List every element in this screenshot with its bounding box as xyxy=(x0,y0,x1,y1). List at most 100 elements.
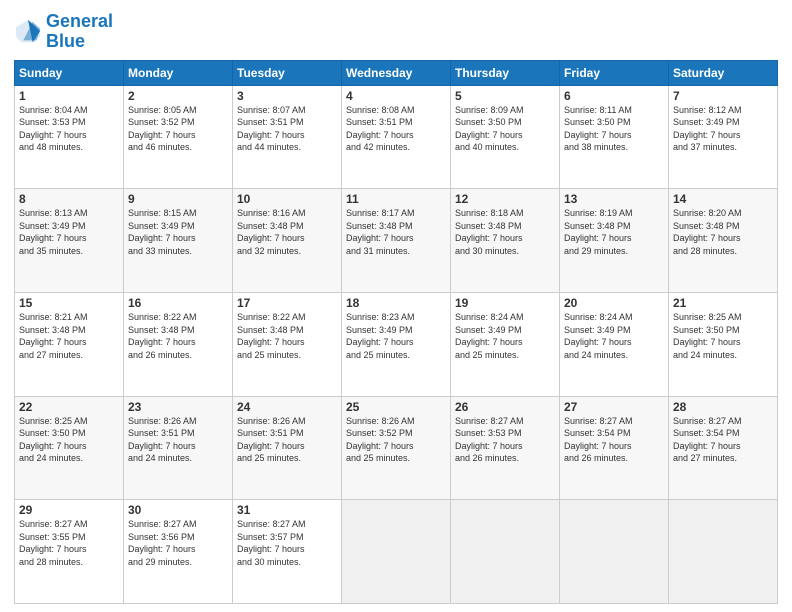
calendar-cell xyxy=(560,500,669,604)
day-number: 22 xyxy=(19,400,119,414)
day-number: 4 xyxy=(346,89,446,103)
day-number: 16 xyxy=(128,296,228,310)
calendar-cell: 30 Sunrise: 8:27 AMSunset: 3:56 PMDaylig… xyxy=(124,500,233,604)
day-info: Sunrise: 8:27 AMSunset: 3:54 PMDaylight:… xyxy=(564,415,664,465)
calendar-cell: 18 Sunrise: 8:23 AMSunset: 3:49 PMDaylig… xyxy=(342,292,451,396)
logo-text: General Blue xyxy=(46,12,113,52)
day-number: 29 xyxy=(19,503,119,517)
calendar-cell: 20 Sunrise: 8:24 AMSunset: 3:49 PMDaylig… xyxy=(560,292,669,396)
day-info: Sunrise: 8:21 AMSunset: 3:48 PMDaylight:… xyxy=(19,311,119,361)
calendar-cell xyxy=(342,500,451,604)
calendar-cell: 21 Sunrise: 8:25 AMSunset: 3:50 PMDaylig… xyxy=(669,292,778,396)
day-number: 3 xyxy=(237,89,337,103)
day-number: 24 xyxy=(237,400,337,414)
day-number: 6 xyxy=(564,89,664,103)
weekday-header-saturday: Saturday xyxy=(669,60,778,85)
weekday-header-row: SundayMondayTuesdayWednesdayThursdayFrid… xyxy=(15,60,778,85)
day-info: Sunrise: 8:17 AMSunset: 3:48 PMDaylight:… xyxy=(346,207,446,257)
day-info: Sunrise: 8:27 AMSunset: 3:56 PMDaylight:… xyxy=(128,518,228,568)
calendar-cell: 9 Sunrise: 8:15 AMSunset: 3:49 PMDayligh… xyxy=(124,189,233,293)
day-number: 11 xyxy=(346,192,446,206)
calendar-cell: 24 Sunrise: 8:26 AMSunset: 3:51 PMDaylig… xyxy=(233,396,342,500)
calendar-cell xyxy=(669,500,778,604)
calendar-week-2: 8 Sunrise: 8:13 AMSunset: 3:49 PMDayligh… xyxy=(15,189,778,293)
day-number: 7 xyxy=(673,89,773,103)
day-info: Sunrise: 8:16 AMSunset: 3:48 PMDaylight:… xyxy=(237,207,337,257)
calendar-cell: 26 Sunrise: 8:27 AMSunset: 3:53 PMDaylig… xyxy=(451,396,560,500)
calendar-cell: 13 Sunrise: 8:19 AMSunset: 3:48 PMDaylig… xyxy=(560,189,669,293)
calendar-cell: 14 Sunrise: 8:20 AMSunset: 3:48 PMDaylig… xyxy=(669,189,778,293)
calendar-cell: 7 Sunrise: 8:12 AMSunset: 3:49 PMDayligh… xyxy=(669,85,778,189)
calendar-cell: 3 Sunrise: 8:07 AMSunset: 3:51 PMDayligh… xyxy=(233,85,342,189)
day-info: Sunrise: 8:12 AMSunset: 3:49 PMDaylight:… xyxy=(673,104,773,154)
weekday-header-friday: Friday xyxy=(560,60,669,85)
weekday-header-wednesday: Wednesday xyxy=(342,60,451,85)
day-number: 5 xyxy=(455,89,555,103)
day-number: 2 xyxy=(128,89,228,103)
weekday-header-monday: Monday xyxy=(124,60,233,85)
day-info: Sunrise: 8:24 AMSunset: 3:49 PMDaylight:… xyxy=(455,311,555,361)
day-number: 19 xyxy=(455,296,555,310)
day-number: 12 xyxy=(455,192,555,206)
day-number: 21 xyxy=(673,296,773,310)
calendar-cell: 31 Sunrise: 8:27 AMSunset: 3:57 PMDaylig… xyxy=(233,500,342,604)
calendar-cell: 22 Sunrise: 8:25 AMSunset: 3:50 PMDaylig… xyxy=(15,396,124,500)
day-number: 15 xyxy=(19,296,119,310)
day-info: Sunrise: 8:13 AMSunset: 3:49 PMDaylight:… xyxy=(19,207,119,257)
day-info: Sunrise: 8:04 AMSunset: 3:53 PMDaylight:… xyxy=(19,104,119,154)
day-info: Sunrise: 8:09 AMSunset: 3:50 PMDaylight:… xyxy=(455,104,555,154)
calendar-cell xyxy=(451,500,560,604)
calendar-cell: 1 Sunrise: 8:04 AMSunset: 3:53 PMDayligh… xyxy=(15,85,124,189)
calendar-cell: 10 Sunrise: 8:16 AMSunset: 3:48 PMDaylig… xyxy=(233,189,342,293)
weekday-header-thursday: Thursday xyxy=(451,60,560,85)
calendar-cell: 23 Sunrise: 8:26 AMSunset: 3:51 PMDaylig… xyxy=(124,396,233,500)
calendar-cell: 28 Sunrise: 8:27 AMSunset: 3:54 PMDaylig… xyxy=(669,396,778,500)
day-info: Sunrise: 8:20 AMSunset: 3:48 PMDaylight:… xyxy=(673,207,773,257)
day-number: 9 xyxy=(128,192,228,206)
calendar-cell: 19 Sunrise: 8:24 AMSunset: 3:49 PMDaylig… xyxy=(451,292,560,396)
calendar-table: SundayMondayTuesdayWednesdayThursdayFrid… xyxy=(14,60,778,604)
day-info: Sunrise: 8:07 AMSunset: 3:51 PMDaylight:… xyxy=(237,104,337,154)
day-info: Sunrise: 8:15 AMSunset: 3:49 PMDaylight:… xyxy=(128,207,228,257)
calendar-cell: 6 Sunrise: 8:11 AMSunset: 3:50 PMDayligh… xyxy=(560,85,669,189)
day-info: Sunrise: 8:26 AMSunset: 3:52 PMDaylight:… xyxy=(346,415,446,465)
logo: General Blue xyxy=(14,12,113,52)
day-info: Sunrise: 8:19 AMSunset: 3:48 PMDaylight:… xyxy=(564,207,664,257)
day-number: 1 xyxy=(19,89,119,103)
calendar-cell: 15 Sunrise: 8:21 AMSunset: 3:48 PMDaylig… xyxy=(15,292,124,396)
calendar-week-4: 22 Sunrise: 8:25 AMSunset: 3:50 PMDaylig… xyxy=(15,396,778,500)
day-info: Sunrise: 8:24 AMSunset: 3:49 PMDaylight:… xyxy=(564,311,664,361)
day-number: 17 xyxy=(237,296,337,310)
day-info: Sunrise: 8:26 AMSunset: 3:51 PMDaylight:… xyxy=(128,415,228,465)
day-info: Sunrise: 8:22 AMSunset: 3:48 PMDaylight:… xyxy=(237,311,337,361)
day-number: 13 xyxy=(564,192,664,206)
day-number: 27 xyxy=(564,400,664,414)
calendar-week-5: 29 Sunrise: 8:27 AMSunset: 3:55 PMDaylig… xyxy=(15,500,778,604)
calendar-week-3: 15 Sunrise: 8:21 AMSunset: 3:48 PMDaylig… xyxy=(15,292,778,396)
page-container: General Blue SundayMondayTuesdayWednesda… xyxy=(0,0,792,612)
calendar-body: 1 Sunrise: 8:04 AMSunset: 3:53 PMDayligh… xyxy=(15,85,778,603)
day-info: Sunrise: 8:27 AMSunset: 3:55 PMDaylight:… xyxy=(19,518,119,568)
calendar-cell: 29 Sunrise: 8:27 AMSunset: 3:55 PMDaylig… xyxy=(15,500,124,604)
day-number: 23 xyxy=(128,400,228,414)
calendar-cell: 8 Sunrise: 8:13 AMSunset: 3:49 PMDayligh… xyxy=(15,189,124,293)
day-number: 28 xyxy=(673,400,773,414)
calendar-cell: 2 Sunrise: 8:05 AMSunset: 3:52 PMDayligh… xyxy=(124,85,233,189)
logo-icon xyxy=(14,18,42,46)
day-info: Sunrise: 8:22 AMSunset: 3:48 PMDaylight:… xyxy=(128,311,228,361)
day-number: 10 xyxy=(237,192,337,206)
calendar-cell: 16 Sunrise: 8:22 AMSunset: 3:48 PMDaylig… xyxy=(124,292,233,396)
day-number: 30 xyxy=(128,503,228,517)
calendar-cell: 27 Sunrise: 8:27 AMSunset: 3:54 PMDaylig… xyxy=(560,396,669,500)
day-number: 20 xyxy=(564,296,664,310)
day-number: 8 xyxy=(19,192,119,206)
calendar-cell: 4 Sunrise: 8:08 AMSunset: 3:51 PMDayligh… xyxy=(342,85,451,189)
day-number: 26 xyxy=(455,400,555,414)
day-info: Sunrise: 8:25 AMSunset: 3:50 PMDaylight:… xyxy=(19,415,119,465)
calendar-cell: 5 Sunrise: 8:09 AMSunset: 3:50 PMDayligh… xyxy=(451,85,560,189)
day-number: 18 xyxy=(346,296,446,310)
day-info: Sunrise: 8:23 AMSunset: 3:49 PMDaylight:… xyxy=(346,311,446,361)
day-info: Sunrise: 8:27 AMSunset: 3:57 PMDaylight:… xyxy=(237,518,337,568)
day-info: Sunrise: 8:08 AMSunset: 3:51 PMDaylight:… xyxy=(346,104,446,154)
weekday-header-sunday: Sunday xyxy=(15,60,124,85)
